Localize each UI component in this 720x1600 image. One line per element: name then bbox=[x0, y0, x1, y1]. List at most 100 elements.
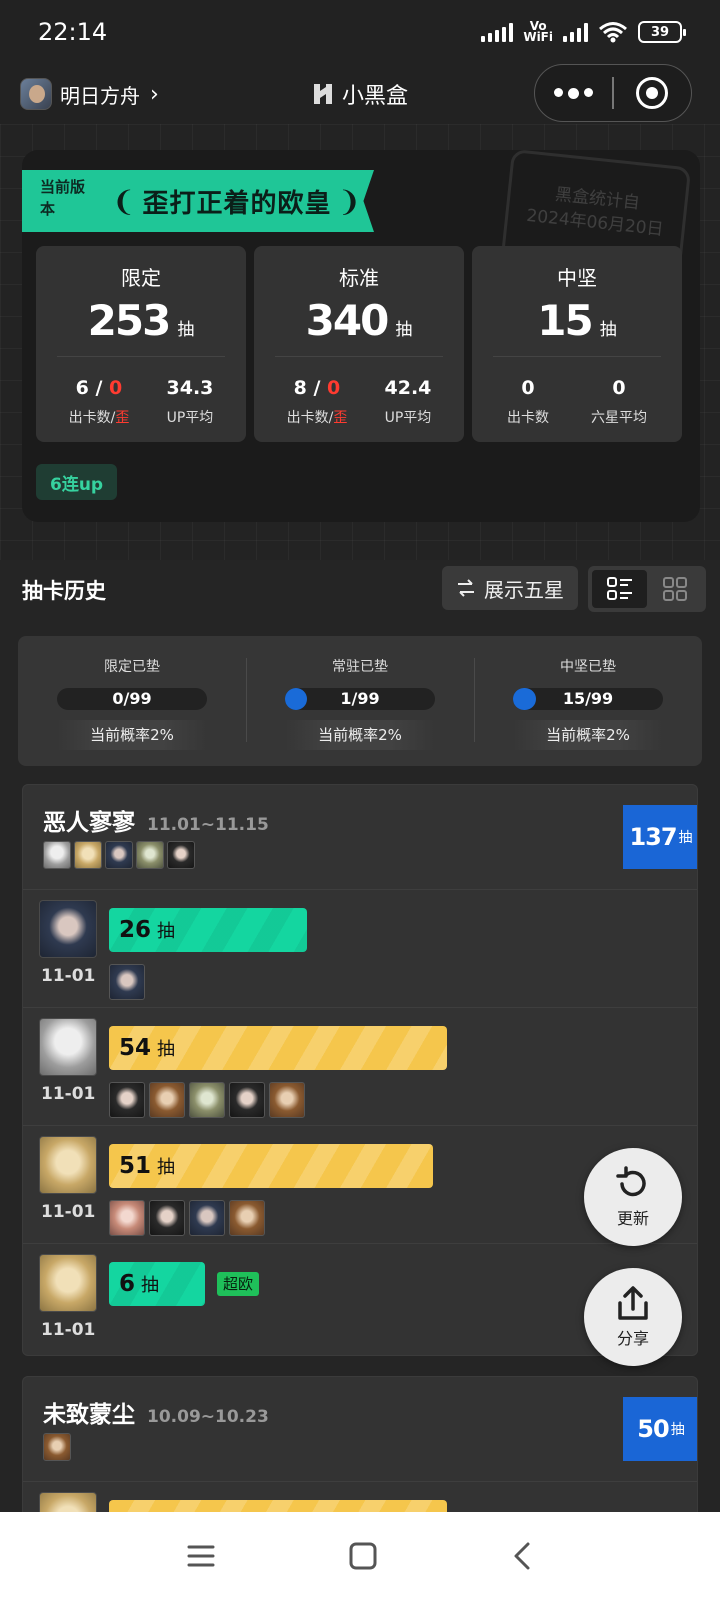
share-label: 分享 bbox=[616, 1329, 649, 1348]
result-thumbnail bbox=[189, 1082, 225, 1118]
banner-operators bbox=[43, 841, 195, 869]
banner-date: 11.01~11.15 bbox=[147, 815, 269, 835]
refresh-button[interactable]: 更新 bbox=[584, 1148, 682, 1246]
cards-count: 0 bbox=[521, 377, 535, 399]
app-title-text: 小黑盒 bbox=[342, 84, 409, 109]
grid-view-icon bbox=[662, 577, 687, 601]
banner-name: 未致蒙尘 bbox=[43, 1402, 135, 1428]
stat-label: 限定 bbox=[121, 266, 161, 290]
back-icon[interactable] bbox=[510, 1541, 534, 1571]
pity-progress: 0/99 bbox=[57, 688, 207, 710]
summary-card: 黑盒统计自 2024年06月20日 当前版本 ❨ 歪打正着的欧皇 ❩ 限定 25… bbox=[22, 150, 700, 522]
result-thumbnail bbox=[109, 1200, 145, 1236]
pull-unit: 抽 bbox=[157, 1039, 176, 1060]
share-icon bbox=[618, 1286, 648, 1320]
version-banner: 当前版本 ❨ 歪打正着的欧皇 ❩ bbox=[22, 170, 374, 232]
stat-sub: 0 出卡数 0 六星平均 bbox=[472, 377, 682, 427]
pity-label: 常驻已垫 bbox=[332, 659, 388, 675]
streak-badge: 6连up bbox=[36, 464, 118, 500]
cards-caption: 出卡数 bbox=[507, 410, 549, 426]
result-thumbnail bbox=[189, 1200, 225, 1236]
pity-limited: 限定已垫 0/99 当前概率2% bbox=[18, 636, 246, 766]
banner-operators bbox=[43, 1433, 71, 1461]
banner-total: 50 bbox=[637, 1415, 669, 1443]
pity-progress: 1/99 bbox=[285, 688, 435, 710]
cards-sep: / bbox=[88, 377, 110, 399]
pity-counter-card: 限定已垫 0/99 当前概率2% 常驻已垫 1/99 当前概率2% 中坚已垫 1… bbox=[18, 636, 702, 766]
wifi-icon bbox=[599, 22, 627, 43]
operator-thumbnail bbox=[43, 841, 71, 869]
vowifi-icon: Vo WiFi bbox=[523, 19, 553, 44]
app-title: 小黑盒 bbox=[310, 78, 408, 110]
close-miniprogram-button[interactable] bbox=[614, 77, 691, 109]
banner-name: 恶人寥寥 bbox=[43, 810, 135, 836]
pull-count-bar: 54 抽 bbox=[109, 1026, 447, 1070]
up-average-caption: UP平均 bbox=[384, 410, 432, 426]
pity-fill bbox=[285, 688, 307, 710]
pull-count: 26 bbox=[119, 917, 152, 943]
pull-results bbox=[109, 1082, 305, 1118]
lucky-tag: 超欧 bbox=[217, 1272, 260, 1296]
mini-program-entry[interactable]: 明日方舟 › bbox=[20, 78, 159, 110]
pity-value: 1/99 bbox=[340, 689, 380, 708]
banner-title: 未致蒙尘 10.09~10.23 bbox=[43, 1395, 269, 1429]
up-average: 42.4 bbox=[384, 377, 432, 399]
history-title: 抽卡历史 bbox=[22, 579, 106, 603]
operator-thumbnail bbox=[74, 841, 102, 869]
divider bbox=[57, 356, 225, 357]
banner-group[interactable]: 恶人寥寥 11.01~11.15 137 抽 11-01 26 抽 11-01 … bbox=[22, 784, 698, 1356]
stat-sub-average: 0 六星平均 bbox=[591, 377, 647, 427]
stat-unit: 抽 bbox=[177, 320, 195, 340]
list-view-button[interactable] bbox=[592, 570, 647, 608]
stat-card-core: 中坚 15 抽 0 出卡数 0 六星平均 bbox=[472, 246, 682, 442]
pull-unit: 抽 bbox=[157, 921, 176, 942]
pull-results bbox=[109, 964, 145, 1000]
status-time: 22:14 bbox=[38, 18, 108, 46]
stat-sub: 6 / 0 出卡数/歪 34.3 UP平均 bbox=[36, 377, 246, 427]
off-caption: 歪 bbox=[333, 410, 348, 426]
share-button[interactable]: 分享 bbox=[584, 1268, 682, 1366]
pull-results bbox=[109, 1200, 265, 1236]
pull-row: 11-01 54 抽 bbox=[23, 1007, 697, 1125]
more-icon[interactable] bbox=[535, 87, 612, 99]
off-count: 0 bbox=[327, 377, 341, 399]
stat-count: 15 bbox=[537, 296, 593, 345]
mini-program-name: 明日方舟 bbox=[60, 83, 140, 108]
divider bbox=[493, 356, 661, 357]
pull-unit: 抽 bbox=[157, 1157, 176, 1178]
pity-label: 中坚已垫 bbox=[560, 659, 616, 675]
refresh-icon bbox=[616, 1166, 646, 1197]
cards-caption: 出卡数 bbox=[68, 410, 111, 426]
grid-view-button[interactable] bbox=[647, 570, 702, 608]
pull-date: 11-01 bbox=[41, 966, 96, 986]
cards-caption: 出卡数 bbox=[286, 410, 329, 426]
banner-total-unit: 抽 bbox=[678, 830, 693, 846]
pull-count: 51 bbox=[119, 1153, 152, 1179]
stat-unit: 抽 bbox=[395, 320, 413, 340]
operator-avatar bbox=[39, 1018, 97, 1076]
result-thumbnail bbox=[109, 964, 145, 1000]
pity-value: 15/99 bbox=[562, 689, 614, 708]
operator-thumbnail bbox=[136, 841, 164, 869]
stat-sub-cards: 0 出卡数 bbox=[507, 377, 549, 427]
show-five-star-label: 展示五星 bbox=[484, 577, 564, 602]
banner-total: 137 bbox=[629, 823, 677, 851]
pull-count-bar: 26 抽 bbox=[109, 908, 307, 952]
show-five-star-button[interactable]: 展示五星 bbox=[442, 566, 578, 610]
pull-date: 11-01 bbox=[41, 1320, 96, 1340]
menu-icon[interactable] bbox=[186, 1543, 216, 1569]
operator-thumbnail bbox=[43, 1433, 71, 1461]
pull-count-bar: 6 抽 bbox=[109, 1262, 205, 1306]
stat-total: 15 抽 bbox=[472, 296, 682, 346]
stat-card-standard: 标准 340 抽 8 / 0 出卡数/歪 42.4 UP平均 bbox=[254, 246, 464, 442]
home-icon[interactable] bbox=[348, 1541, 378, 1571]
stat-total: 340 抽 bbox=[254, 296, 464, 346]
system-nav-bar bbox=[0, 1512, 720, 1600]
result-thumbnail bbox=[269, 1082, 305, 1118]
app-bar: 明日方舟 › 小黑盒 bbox=[0, 64, 720, 124]
result-thumbnail bbox=[109, 1082, 145, 1118]
stat-sub-cards: 6 / 0 出卡数/歪 bbox=[69, 377, 130, 427]
history-header: 抽卡历史 展示五星 bbox=[0, 558, 720, 622]
stat-label: 标准 bbox=[339, 266, 379, 290]
stat-total: 253 抽 bbox=[36, 296, 246, 346]
